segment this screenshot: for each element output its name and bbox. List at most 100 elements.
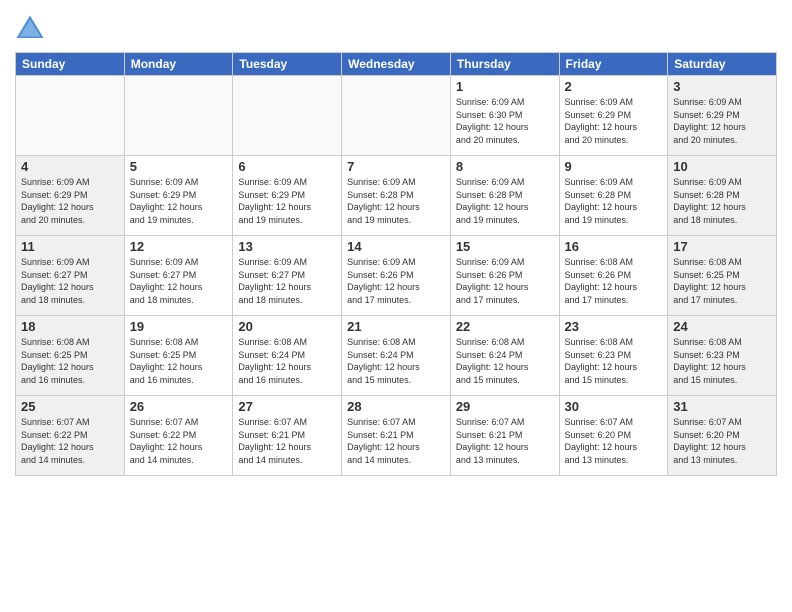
day-info: Sunrise: 6:09 AM Sunset: 6:30 PM Dayligh… <box>456 96 554 146</box>
day-info: Sunrise: 6:08 AM Sunset: 6:26 PM Dayligh… <box>565 256 663 306</box>
day-info: Sunrise: 6:09 AM Sunset: 6:27 PM Dayligh… <box>130 256 228 306</box>
day-number: 9 <box>565 159 663 174</box>
calendar-cell: 3 Sunrise: 6:09 AM Sunset: 6:29 PM Daylig… <box>668 76 777 156</box>
weekday-header: Wednesday <box>342 53 451 76</box>
day-info: Sunrise: 6:09 AM Sunset: 6:29 PM Dayligh… <box>565 96 663 146</box>
day-info: Sunrise: 6:07 AM Sunset: 6:22 PM Dayligh… <box>21 416 119 466</box>
calendar-page: SundayMondayTuesdayWednesdayThursdayFrid… <box>0 0 792 486</box>
calendar-cell <box>342 76 451 156</box>
day-info: Sunrise: 6:09 AM Sunset: 6:28 PM Dayligh… <box>456 176 554 226</box>
day-number: 24 <box>673 319 771 334</box>
day-number: 2 <box>565 79 663 94</box>
day-info: Sunrise: 6:08 AM Sunset: 6:24 PM Dayligh… <box>238 336 336 386</box>
calendar-cell: 31 Sunrise: 6:07 AM Sunset: 6:20 PM Dayli… <box>668 396 777 476</box>
calendar-cell: 5 Sunrise: 6:09 AM Sunset: 6:29 PM Daylig… <box>124 156 233 236</box>
day-info: Sunrise: 6:07 AM Sunset: 6:21 PM Dayligh… <box>238 416 336 466</box>
day-info: Sunrise: 6:07 AM Sunset: 6:21 PM Dayligh… <box>456 416 554 466</box>
day-number: 17 <box>673 239 771 254</box>
day-number: 14 <box>347 239 445 254</box>
day-info: Sunrise: 6:09 AM Sunset: 6:28 PM Dayligh… <box>673 176 771 226</box>
day-info: Sunrise: 6:08 AM Sunset: 6:24 PM Dayligh… <box>347 336 445 386</box>
calendar-cell: 9Sunrise: 6:09 AM Sunset: 6:28 PM Daylig… <box>559 156 668 236</box>
weekday-header: Monday <box>124 53 233 76</box>
calendar-cell: 23Sunrise: 6:08 AM Sunset: 6:23 PM Dayli… <box>559 316 668 396</box>
day-info: Sunrise: 6:09 AM Sunset: 6:27 PM Dayligh… <box>21 256 119 306</box>
day-number: 6 <box>238 159 336 174</box>
calendar-cell: 2 Sunrise: 6:09 AM Sunset: 6:29 PM Daylig… <box>559 76 668 156</box>
calendar-cell: 4Sunrise: 6:09 AM Sunset: 6:29 PM Daylig… <box>16 156 125 236</box>
calendar-table: SundayMondayTuesdayWednesdayThursdayFrid… <box>15 52 777 476</box>
day-info: Sunrise: 6:09 AM Sunset: 6:28 PM Dayligh… <box>347 176 445 226</box>
day-info: Sunrise: 6:09 AM Sunset: 6:26 PM Dayligh… <box>347 256 445 306</box>
calendar-cell: 8 Sunrise: 6:09 AM Sunset: 6:28 PM Daylig… <box>450 156 559 236</box>
logo <box>15 14 49 44</box>
day-number: 10 <box>673 159 771 174</box>
day-number: 21 <box>347 319 445 334</box>
day-info: Sunrise: 6:09 AM Sunset: 6:29 PM Dayligh… <box>673 96 771 146</box>
day-number: 26 <box>130 399 228 414</box>
calendar-cell: 29 Sunrise: 6:07 AM Sunset: 6:21 PM Dayli… <box>450 396 559 476</box>
day-number: 15 <box>456 239 554 254</box>
calendar-cell: 21 Sunrise: 6:08 AM Sunset: 6:24 PM Dayli… <box>342 316 451 396</box>
weekday-header: Thursday <box>450 53 559 76</box>
day-number: 19 <box>130 319 228 334</box>
weekday-header: Tuesday <box>233 53 342 76</box>
calendar-cell <box>124 76 233 156</box>
day-number: 28 <box>347 399 445 414</box>
day-number: 25 <box>21 399 119 414</box>
day-info: Sunrise: 6:08 AM Sunset: 6:25 PM Dayligh… <box>130 336 228 386</box>
calendar-cell: 24 Sunrise: 6:08 AM Sunset: 6:23 PM Dayli… <box>668 316 777 396</box>
day-number: 18 <box>21 319 119 334</box>
day-info: Sunrise: 6:07 AM Sunset: 6:21 PM Dayligh… <box>347 416 445 466</box>
day-info: Sunrise: 6:08 AM Sunset: 6:23 PM Dayligh… <box>673 336 771 386</box>
calendar-cell: 14 Sunrise: 6:09 AM Sunset: 6:26 PM Dayli… <box>342 236 451 316</box>
day-info: Sunrise: 6:07 AM Sunset: 6:22 PM Dayligh… <box>130 416 228 466</box>
calendar-cell: 26 Sunrise: 6:07 AM Sunset: 6:22 PM Dayli… <box>124 396 233 476</box>
day-info: Sunrise: 6:08 AM Sunset: 6:25 PM Dayligh… <box>21 336 119 386</box>
calendar-cell: 6 Sunrise: 6:09 AM Sunset: 6:29 PM Daylig… <box>233 156 342 236</box>
calendar-cell: 20Sunrise: 6:08 AM Sunset: 6:24 PM Dayli… <box>233 316 342 396</box>
day-number: 1 <box>456 79 554 94</box>
day-number: 22 <box>456 319 554 334</box>
day-number: 27 <box>238 399 336 414</box>
day-number: 8 <box>456 159 554 174</box>
day-number: 3 <box>673 79 771 94</box>
calendar-cell: 11 Sunrise: 6:09 AM Sunset: 6:27 PM Dayli… <box>16 236 125 316</box>
day-info: Sunrise: 6:09 AM Sunset: 6:29 PM Dayligh… <box>238 176 336 226</box>
day-number: 12 <box>130 239 228 254</box>
calendar-cell: 15 Sunrise: 6:09 AM Sunset: 6:26 PM Dayli… <box>450 236 559 316</box>
day-number: 11 <box>21 239 119 254</box>
day-info: Sunrise: 6:09 AM Sunset: 6:26 PM Dayligh… <box>456 256 554 306</box>
day-number: 5 <box>130 159 228 174</box>
calendar-header <box>15 10 777 44</box>
calendar-cell: 25 Sunrise: 6:07 AM Sunset: 6:22 PM Dayli… <box>16 396 125 476</box>
day-info: Sunrise: 6:08 AM Sunset: 6:24 PM Dayligh… <box>456 336 554 386</box>
day-number: 29 <box>456 399 554 414</box>
calendar-cell: 7 Sunrise: 6:09 AM Sunset: 6:28 PM Daylig… <box>342 156 451 236</box>
logo-icon <box>15 14 45 44</box>
day-number: 13 <box>238 239 336 254</box>
calendar-cell <box>16 76 125 156</box>
day-number: 30 <box>565 399 663 414</box>
calendar-cell <box>233 76 342 156</box>
calendar-cell: 28 Sunrise: 6:07 AM Sunset: 6:21 PM Dayli… <box>342 396 451 476</box>
calendar-cell: 12 Sunrise: 6:09 AM Sunset: 6:27 PM Dayli… <box>124 236 233 316</box>
calendar-cell: 13Sunrise: 6:09 AM Sunset: 6:27 PM Dayli… <box>233 236 342 316</box>
calendar-cell: 27 Sunrise: 6:07 AM Sunset: 6:21 PM Dayli… <box>233 396 342 476</box>
day-number: 31 <box>673 399 771 414</box>
calendar-cell: 18 Sunrise: 6:08 AM Sunset: 6:25 PM Dayli… <box>16 316 125 396</box>
day-info: Sunrise: 6:07 AM Sunset: 6:20 PM Dayligh… <box>673 416 771 466</box>
day-number: 4 <box>21 159 119 174</box>
day-number: 16 <box>565 239 663 254</box>
weekday-header: Friday <box>559 53 668 76</box>
calendar-cell: 16 Sunrise: 6:08 AM Sunset: 6:26 PM Dayli… <box>559 236 668 316</box>
day-number: 23 <box>565 319 663 334</box>
day-number: 7 <box>347 159 445 174</box>
weekday-header: Sunday <box>16 53 125 76</box>
day-info: Sunrise: 6:09 AM Sunset: 6:29 PM Dayligh… <box>130 176 228 226</box>
day-info: Sunrise: 6:08 AM Sunset: 6:25 PM Dayligh… <box>673 256 771 306</box>
calendar-cell: 10 Sunrise: 6:09 AM Sunset: 6:28 PM Dayli… <box>668 156 777 236</box>
weekday-header: Saturday <box>668 53 777 76</box>
calendar-cell: 22 Sunrise: 6:08 AM Sunset: 6:24 PM Dayli… <box>450 316 559 396</box>
calendar-cell: 30Sunrise: 6:07 AM Sunset: 6:20 PM Dayli… <box>559 396 668 476</box>
